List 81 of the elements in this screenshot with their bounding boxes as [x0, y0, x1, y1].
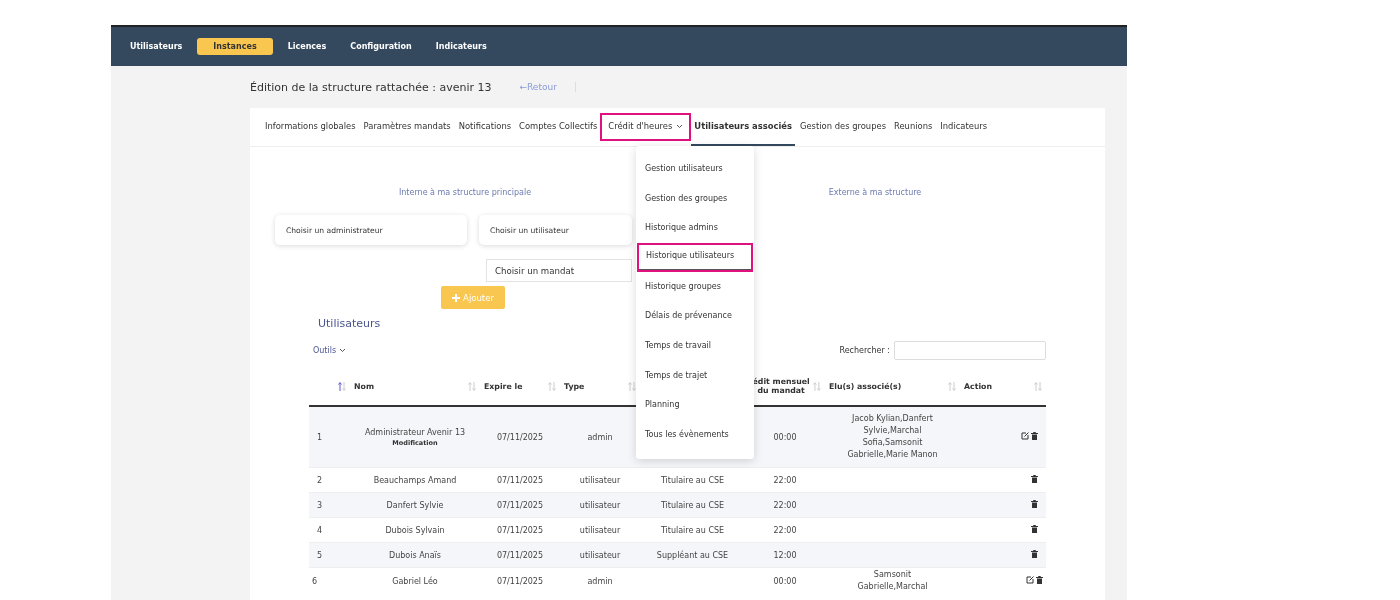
tab[interactable]: Gestion des groupes: [796, 108, 889, 146]
tab[interactable]: Paramètres mandats: [360, 108, 454, 146]
table-cell-text: 5: [317, 550, 324, 560]
table-cell-text: Dubois Anaïs: [388, 550, 442, 560]
page-title: Édition de la structure rattachée : avenir 13: [250, 80, 492, 94]
table-cell-text: 00:00: [772, 432, 798, 442]
table-cell-text: Gabrielle,Marie Manon: [846, 449, 939, 461]
tab[interactable]: Informations globales: [262, 108, 359, 146]
trash-icon[interactable]: [1031, 500, 1038, 508]
table-cell-text: Titulaire au CSE: [659, 525, 726, 535]
table-cell-text: Suppléant au CSE: [655, 550, 730, 560]
table-cell-text: Titulaire au CSE: [659, 500, 726, 510]
table-cell-text: 00:00: [772, 576, 798, 586]
section-label: Externe à ma structure: [827, 188, 923, 197]
table-cell-text: 07/11/2025: [495, 550, 545, 560]
table-cell-text: Administrateur Avenir 13: [363, 427, 467, 437]
search-label: Rechercher :: [839, 345, 890, 355]
select-field[interactable]: Choisir un mandat: [486, 259, 632, 282]
caret-icon: [339, 347, 347, 353]
table-cell-text: 6: [312, 576, 319, 586]
table-cell-text: 1: [317, 432, 324, 442]
table-cell-text: 07/11/2025: [495, 525, 545, 535]
tab[interactable]: Reunions: [891, 108, 936, 146]
table-cell-text: Gabrielle,Marchal: [856, 581, 929, 593]
tools-dropdown[interactable]: Outils: [309, 345, 351, 355]
menu-item[interactable]: Tous les évènements: [636, 419, 754, 450]
table-cell-text: 2: [317, 475, 324, 485]
menu-item[interactable]: Gestion utilisateurs: [636, 154, 754, 184]
nav-tab[interactable]: Instances: [197, 38, 273, 55]
trash-icon[interactable]: [1036, 576, 1043, 584]
trash-icon[interactable]: [1031, 550, 1038, 558]
table-cell-text: Sylvie,Marchal: [862, 425, 923, 437]
table-cell-text: utilisateur: [578, 475, 622, 485]
tab[interactable]: Indicateurs: [937, 108, 991, 146]
table-cell-text: admin: [586, 576, 614, 586]
nav-tab[interactable]: Indicateurs: [426, 38, 496, 55]
menu-item[interactable]: Historique utilisateurs: [637, 242, 753, 272]
menu-item[interactable]: Temps de travail: [636, 330, 754, 361]
menu-item[interactable]: Délais de prévenance: [636, 301, 754, 331]
table-cell-text: 22:00: [772, 525, 798, 535]
nav-tab[interactable]: Configuration: [341, 38, 421, 55]
menu-item[interactable]: Historique admins: [636, 213, 754, 243]
tab[interactable]: Crédit d'heures: [602, 115, 690, 139]
table-cell-text: utilisateur: [578, 550, 622, 560]
table-cell-text: Dubois Sylvain: [384, 525, 446, 535]
table-cell-text: utilisateur: [578, 500, 622, 510]
table-cell-text: 07/11/2025: [495, 576, 545, 586]
table-cell-text: Beauchamps Amand: [372, 475, 458, 485]
menu-item[interactable]: Gestion des groupes: [636, 183, 754, 214]
plus-icon: [452, 293, 461, 302]
table-cell-text: Jacob Kylian,Danfert: [850, 413, 934, 425]
tab[interactable]: Notifications: [455, 108, 515, 146]
table-cell-text: 07/11/2025: [495, 475, 545, 485]
table-cell-text: 12:00: [772, 550, 798, 560]
nav-tab[interactable]: Utilisateurs: [121, 38, 192, 55]
menu-item[interactable]: Temps de trajet: [636, 360, 754, 391]
table-cell-text: 3: [317, 500, 324, 510]
table-cell-text: 07/11/2025: [495, 432, 545, 442]
table-cell-text: Titulaire au CSE: [659, 475, 726, 485]
menu-item[interactable]: Planning: [636, 390, 754, 420]
table-cell-text: Samsonit: [872, 569, 913, 581]
table-cell-text: 22:00: [772, 475, 798, 485]
trash-icon[interactable]: [1031, 432, 1038, 440]
table-title: Utilisateurs: [317, 317, 382, 332]
table-cell-text: Danfert Sylvie: [385, 500, 445, 510]
trash-icon[interactable]: [1031, 525, 1038, 533]
table-cell-text: 22:00: [772, 500, 798, 510]
edit-icon[interactable]: [1026, 576, 1034, 584]
menu-item[interactable]: Historique groupes: [636, 271, 754, 302]
tab[interactable]: Comptes Collectifs: [516, 108, 601, 146]
table-cell-text: Gabriel Léo: [391, 576, 439, 586]
table-cell-text: 4: [317, 525, 324, 535]
nav-tab[interactable]: Licences: [278, 38, 336, 55]
table-cell-text: 07/11/2025: [495, 500, 545, 510]
table-cell-text: utilisateur: [578, 525, 622, 535]
search-field[interactable]: [894, 340, 1046, 360]
edit-icon[interactable]: [1021, 432, 1029, 440]
section-label: Interne à ma structure principale: [397, 188, 533, 197]
trash-icon[interactable]: [1031, 475, 1038, 483]
table-cell-text: admin: [586, 432, 614, 442]
table-cell-text: Sofia,Samsonit: [861, 437, 924, 449]
